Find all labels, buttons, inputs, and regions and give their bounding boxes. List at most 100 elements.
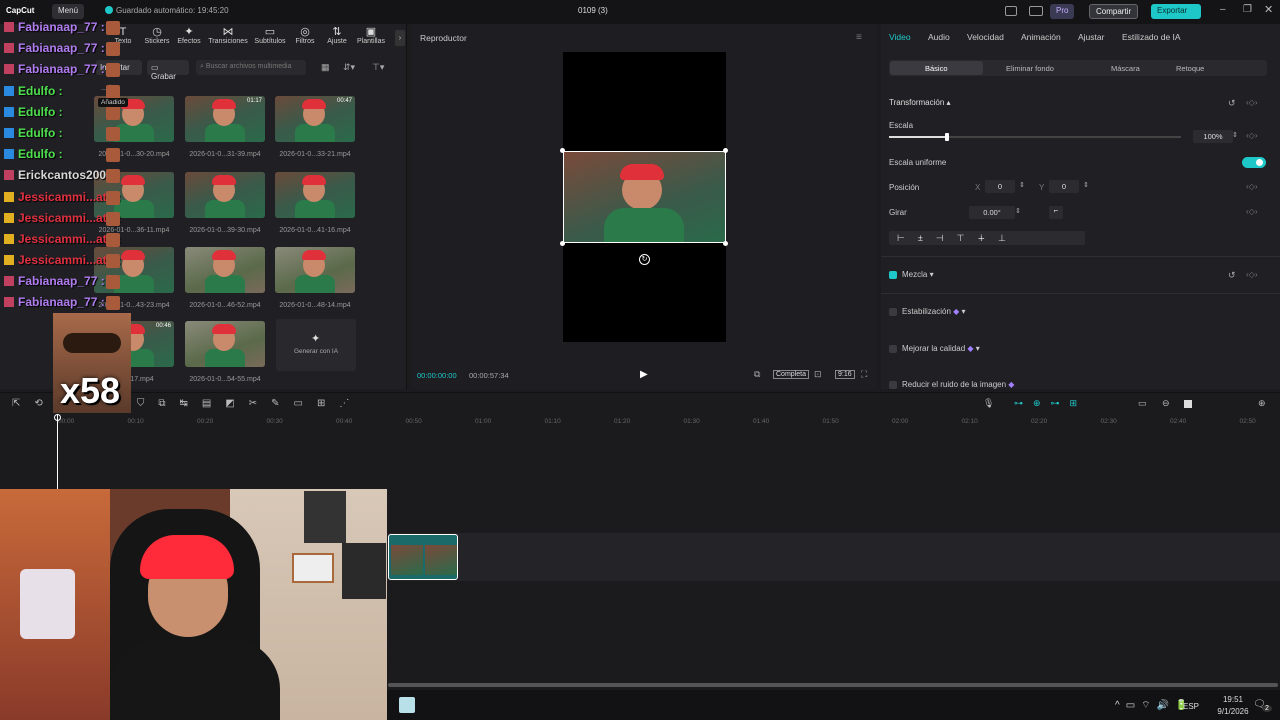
ruler-tick: 01:00 [475,418,492,425]
tool-templates[interactable]: ▣ Plantillas [351,26,391,45]
mic-icon[interactable]: 🎙 [983,398,994,409]
blend-label: Mezcla ▾ [902,270,934,279]
stepper-icon[interactable]: ⇕ [1015,207,1021,215]
scale-slider-handle[interactable] [945,133,950,141]
resize-handle[interactable] [723,241,728,246]
chevron-right-icon[interactable]: › [395,30,405,46]
reset-icon[interactable]: ↺ [1228,98,1236,109]
playhead[interactable] [57,415,58,490]
maximize-icon[interactable]: ❐ [1243,4,1252,15]
tool-subtitles[interactable]: ▭ Subtítulos [250,26,290,45]
rotate-input[interactable]: 0.00° [969,206,1015,219]
tray-icons[interactable]: ^▭⌔🔊🔋 [1115,699,1193,712]
stepper-icon[interactable]: ⇕ [1019,181,1025,189]
position-y-input[interactable]: 0 [1049,180,1079,193]
chat-username: Edulfo : [18,126,63,140]
timeline-clip[interactable] [388,534,458,580]
subtab-mask[interactable]: Máscara [1111,64,1140,73]
caption-icon[interactable]: ▭ [1138,398,1147,409]
keyframe-icon[interactable]: ‹◇› [1246,270,1257,279]
keyframe-icon[interactable]: ‹◇› [1246,182,1257,191]
play-icon[interactable]: ▶ [640,369,648,380]
quality-checkbox[interactable] [889,345,897,353]
thumb-hair [302,250,326,260]
media-thumbnail[interactable] [275,172,355,218]
subtab-remove-bg[interactable]: Eliminar fondo [1006,64,1054,73]
media-filename: 2026-01-0...30-20.mp4 [98,151,170,158]
screenshot-icon[interactable]: ⊡ [814,369,822,380]
keyframe-icon[interactable]: ‹◇› [1246,131,1257,140]
filter-icon[interactable]: ⊤▾ [372,62,384,73]
tool-transitions[interactable]: ⋈ Transiciones [208,26,248,45]
stepper-icon[interactable]: ⇕ [1232,131,1238,139]
blend-text: Mezcla [902,270,928,279]
tool-effects[interactable]: ✦ Efectos [169,26,209,45]
minimize-icon[interactable]: – [1220,4,1226,15]
rotate-handle-icon[interactable]: ↻ [639,254,650,265]
language-indicator[interactable]: ESP [1183,702,1199,711]
cloud-icon [105,6,113,14]
grid-view-icon[interactable]: ▦ [321,62,330,73]
search-input[interactable]: ⌕ Buscar archivos multimedia [196,60,306,75]
cam-shirt [110,639,280,720]
resize-handle[interactable] [560,241,565,246]
resize-handle[interactable] [723,148,728,153]
search-placeholder: Buscar archivos multimedia [205,63,292,70]
media-thumbnail[interactable] [185,247,265,293]
keyframe-icon[interactable]: ‹◇› [1246,207,1257,216]
stepper-icon[interactable]: ⇕ [1083,181,1089,189]
subtab-retouch[interactable]: Retoque [1176,64,1204,73]
tab-ai-style[interactable]: Estilizado de IA [1122,32,1181,42]
keyframe-icon[interactable]: ‹◇› [1246,98,1257,107]
media-thumbnail[interactable]: 01:17 [185,96,265,142]
position-x-input[interactable]: 0 [985,180,1015,193]
aspect-ratio[interactable]: 9:16 [835,370,855,379]
tab-audio[interactable]: Audio [928,32,950,42]
generate-ai-card[interactable]: ✦ Generar con IA [276,319,356,371]
flip-icon[interactable]: ⌐ [1049,206,1063,219]
export-button[interactable]: Exportar [1151,4,1201,19]
scale-value[interactable]: 100% [1193,130,1233,143]
layout-icon[interactable] [1005,6,1017,16]
player-menu-icon[interactable]: ≡ [856,32,862,43]
resize-handle[interactable] [560,148,565,153]
zoom-slider[interactable] [1184,400,1192,408]
keyboard-icon[interactable] [1029,6,1043,16]
timeline-scrollbar[interactable] [388,683,1278,687]
crop-icon[interactable]: ⧉ [754,369,760,380]
reset-icon[interactable]: ↺ [1228,270,1236,281]
tool-label: Subtítulos [254,38,286,45]
menu-button[interactable]: Menú [52,4,85,19]
align-buttons[interactable]: ⊢±⊣⊤∔⊥ [889,231,1085,245]
uniform-scale-toggle[interactable] [1242,157,1266,168]
tab-video[interactable]: Video [889,32,911,42]
media-thumbnail[interactable] [185,321,265,367]
subtab-basic[interactable]: Básico [925,64,948,73]
media-thumbnail[interactable] [185,172,265,218]
clock-time[interactable]: 19:51 [1213,695,1253,704]
tab-animation[interactable]: Animación [1021,32,1061,42]
share-button[interactable]: Compartir [1089,4,1139,19]
fullscreen-icon[interactable]: ⛶ [861,369,867,380]
chat-username: Erickcantos2007 : [18,168,121,182]
tab-adjust[interactable]: Ajustar [1078,32,1104,42]
sort-icon[interactable]: ⇵▾ [343,62,355,73]
noise-checkbox[interactable] [889,381,897,389]
playhead-handle[interactable] [54,414,61,421]
record-button[interactable]: ▭ Grabar [147,60,189,81]
preview-video-frame[interactable] [563,151,726,243]
quality-full[interactable]: Completa [773,370,809,379]
snap-icons[interactable]: ⊶⊕⊶⊞ [1014,398,1087,409]
tab-speed[interactable]: Velocidad [967,32,1004,42]
zoom-out-icon[interactable]: ⊖ [1162,398,1170,409]
zoom-in-icon[interactable]: ⊕ [1258,398,1266,409]
media-thumbnail[interactable] [275,247,355,293]
chat-emote-icon [106,63,120,77]
emote-multiplier: x58 [60,370,121,411]
close-icon[interactable]: ✕ [1264,3,1273,16]
taskbar-app-icon[interactable] [399,697,415,713]
media-thumbnail[interactable]: 00:47 [275,96,355,142]
blend-checkbox[interactable] [889,271,897,279]
stabilization-checkbox[interactable] [889,308,897,316]
pro-button[interactable]: Pro [1050,4,1075,19]
